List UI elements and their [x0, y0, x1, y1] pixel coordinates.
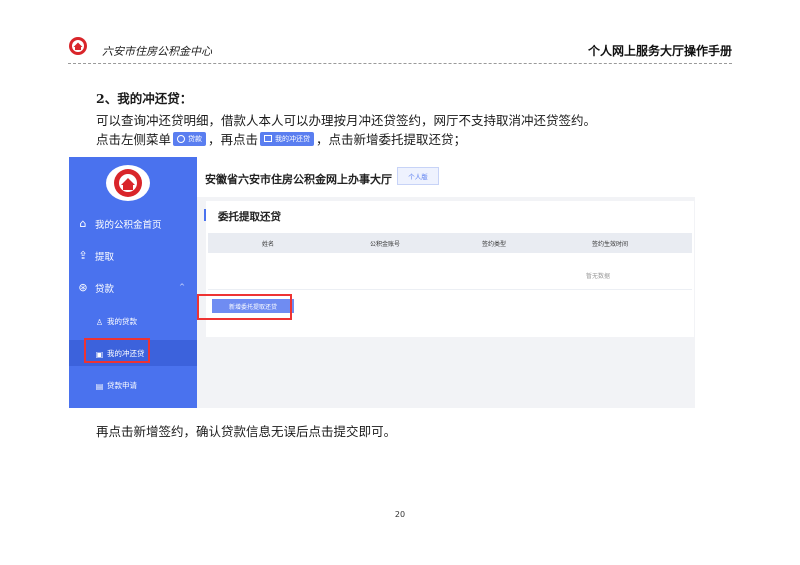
final-instruction-paragraph: 再点击新增签约，确认贷款信息无误后点击提交即可。: [96, 421, 396, 440]
repay-menu-chip: 我的冲还贷: [260, 131, 315, 146]
column-header: 公积金账号: [370, 240, 401, 248]
sidebar-item-home[interactable]: ⌂ 我的公积金首页: [69, 211, 197, 237]
empty-data-text: 暂无数据: [586, 273, 611, 280]
loan-menu-chip: 贷款: [173, 131, 207, 146]
sidebar-item-label: 我的公积金首页: [95, 220, 162, 231]
loan-chip-label: 贷款: [188, 134, 203, 143]
top-bar: 安徽省六安市住房公积金网上办事大厅 个人版: [197, 157, 695, 197]
instruction-text-1: 点击左侧菜单: [96, 132, 172, 147]
sidebar-item-loan[interactable]: ⊛ 贷款 ^: [69, 275, 197, 301]
page-number: 20: [394, 510, 406, 519]
coin-icon: ⊛: [78, 281, 88, 294]
instruction-highlight: 新增委托提取还贷: [353, 132, 454, 147]
home-icon: ⌂: [79, 217, 87, 230]
panel-title: 委托提取还贷: [218, 211, 281, 223]
final-highlight-2: 提交: [333, 424, 359, 439]
form-icon: ▤: [95, 381, 104, 391]
sidebar: ⌂ 我的公积金首页 ⇪ 提取 ⊛ 贷款 ^ ♙ 我的贷款 ▣ 我的冲还贷 ▤ 贷…: [69, 157, 197, 408]
upload-icon: ⇪: [78, 249, 88, 262]
column-header: 姓名: [262, 240, 275, 248]
table-divider: [208, 289, 692, 290]
manual-title: 个人网上服务大厅操作手册: [587, 44, 732, 58]
intro-paragraph: 可以查询冲还贷明细，借款人本人可以办理按月冲还贷签约，网厅不支持取消冲还贷签约。: [96, 113, 597, 128]
final-text-1: 再点击: [96, 424, 134, 439]
section-title: 2、我的冲还贷：: [96, 91, 193, 106]
housing-fund-logo-icon: [69, 37, 87, 55]
sidebar-item-withdraw[interactable]: ⇪ 提取: [69, 243, 197, 269]
repay-chip-label: 我的冲还贷: [275, 134, 311, 143]
coin-icon: [177, 134, 186, 143]
page-header: 六安市住房公积金中心 个人网上服务大厅操作手册: [68, 34, 732, 64]
chevron-up-icon: ^: [179, 283, 185, 291]
sidebar-item-label: 贷款: [95, 284, 115, 295]
highlight-box-add-button: [197, 294, 292, 320]
sidebar-item-my-loan[interactable]: ♙ 我的贷款: [69, 308, 197, 334]
personal-version-button[interactable]: 个人版: [397, 167, 439, 185]
instruction-text-3: ，点击: [316, 132, 354, 147]
sidebar-item-label: 提取: [95, 252, 115, 263]
column-header: 签约生效时间: [592, 240, 629, 248]
site-title: 安徽省六安市住房公积金网上办事大厅: [205, 173, 392, 186]
title-accent-bar: [204, 209, 206, 221]
instruction-text-2: ，再点击: [208, 132, 259, 147]
final-text-3: 即可。: [358, 424, 397, 439]
highlight-box-repay-menu: [84, 338, 150, 363]
repay-icon: [264, 135, 273, 142]
table-header: 姓名 公积金账号 签约类型 签约生效时间: [208, 233, 692, 253]
instruction-text-4: ；: [453, 132, 467, 147]
fund-logo-icon: [106, 165, 150, 201]
organization-name: 六安市住房公积金中心: [102, 45, 212, 58]
instruction-paragraph: 点击左侧菜单 贷款 ，再点击 我的冲还贷 ，点击 新增委托提取还贷 ；: [96, 129, 466, 148]
sidebar-item-label: 我的贷款: [107, 316, 137, 326]
column-header: 签约类型: [482, 240, 507, 248]
sidebar-item-loan-apply[interactable]: ▤ 贷款申请: [69, 372, 197, 398]
portal-screenshot: ⌂ 我的公积金首页 ⇪ 提取 ⊛ 贷款 ^ ♙ 我的贷款 ▣ 我的冲还贷 ▤ 贷…: [69, 157, 695, 408]
final-text-2: ，确认贷款信息无误后点击: [183, 424, 334, 439]
sidebar-item-label: 贷款申请: [107, 380, 137, 390]
final-highlight-1: 新增签约: [133, 424, 184, 439]
person-icon: ♙: [95, 317, 104, 327]
